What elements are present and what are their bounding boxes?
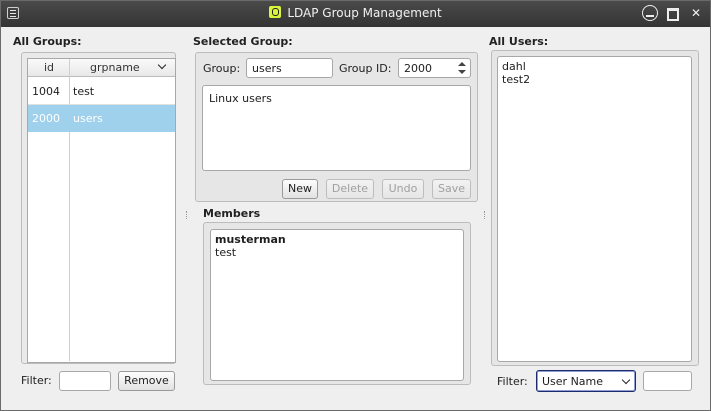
save-button[interactable]: Save — [432, 179, 471, 199]
user-item[interactable]: dahl — [502, 60, 687, 73]
window-title: LDAP Group Management — [287, 6, 442, 20]
group-label: Group: — [203, 62, 241, 75]
minimize-icon — [642, 5, 658, 21]
member-item[interactable]: test — [215, 246, 459, 259]
groups-table-header: id grpname — [28, 59, 175, 77]
splitter-handle-right[interactable] — [484, 211, 487, 219]
delete-button[interactable]: Delete — [326, 179, 374, 199]
maximize-button[interactable] — [665, 5, 681, 21]
title-bar: LDAP Group Management ✕ — [1, 1, 710, 27]
all-users-label: All Users: — [489, 35, 549, 48]
users-filter-label: Filter: — [497, 375, 528, 388]
splitter-handle-left[interactable] — [186, 211, 189, 219]
sort-chevron-icon[interactable] — [157, 60, 167, 70]
all-groups-label: All Groups: — [13, 35, 82, 48]
group-id-spinbox[interactable]: 2000 — [398, 58, 471, 78]
group-name: test — [73, 85, 95, 98]
members-label: Members — [203, 207, 261, 220]
selected-group-label: Selected Group: — [193, 35, 293, 48]
description-textarea[interactable]: Linux users — [202, 85, 471, 171]
member-item[interactable]: musterman — [215, 233, 459, 246]
group-id: 2000 — [32, 112, 60, 125]
column-header-grpname[interactable]: grpname — [90, 61, 140, 74]
group-name: users — [73, 112, 103, 125]
minimize-button[interactable] — [642, 5, 658, 21]
group-id-label: Group ID: — [339, 62, 392, 75]
users-filter-field-value: User Name — [542, 375, 604, 388]
remove-button[interactable]: Remove — [118, 371, 175, 391]
group-row-selected[interactable]: 2000 users — [28, 105, 175, 132]
group-name-input[interactable]: users — [246, 58, 333, 78]
groups-filter-input[interactable] — [59, 371, 111, 391]
user-item[interactable]: test2 — [502, 73, 687, 86]
app-window: LDAP Group Management ✕ All Groups: id g… — [0, 0, 711, 411]
column-header-id[interactable]: id — [44, 61, 54, 74]
groups-filter-label: Filter: — [21, 374, 52, 387]
new-button[interactable]: New — [282, 179, 318, 199]
spin-arrows-icon[interactable] — [458, 61, 466, 75]
members-list[interactable]: musterman test — [210, 229, 464, 381]
users-filter-input[interactable] — [643, 371, 692, 391]
close-button[interactable]: ✕ — [688, 5, 704, 21]
description-text: Linux users — [209, 92, 272, 105]
users-filter-field-select[interactable]: User Name — [536, 370, 636, 392]
chevron-down-icon — [621, 375, 631, 385]
group-id: 1004 — [32, 85, 60, 98]
undo-button[interactable]: Undo — [382, 179, 424, 199]
app-logo-icon — [269, 6, 282, 18]
users-list[interactable]: dahl test2 — [497, 56, 692, 362]
group-row[interactable]: 1004 test — [28, 78, 175, 105]
group-id-value: 2000 — [404, 62, 432, 75]
